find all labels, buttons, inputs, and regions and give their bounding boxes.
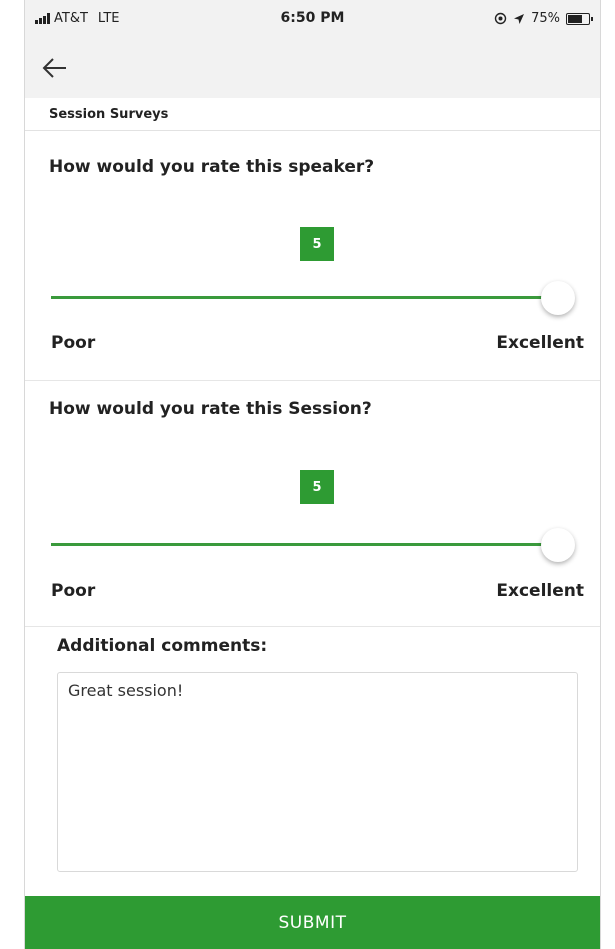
location-lock-icon [494,12,507,25]
comments-label: Additional comments: [57,636,268,656]
rating-slider-thumb[interactable] [541,528,575,562]
submit-button[interactable]: SUBMIT [25,896,600,949]
status-right: 75% [494,11,593,26]
phone-screen: AT&T LTE 6:50 PM 75% Session Surveys How… [24,0,601,949]
scale-min-label: Poor [51,581,96,601]
nav-bar [25,38,600,98]
question-session-rating: How would you rate this Session? 5 Poor … [25,381,600,626]
status-bar: AT&T LTE 6:50 PM 75% [25,0,600,38]
scale-max-label: Excellent [496,581,584,601]
comments-input[interactable]: Great session! [57,672,578,872]
question-title: How would you rate this speaker? [49,157,375,177]
page-title: Session Surveys [25,98,600,131]
scale-max-label: Excellent [496,333,584,353]
question-speaker-rating: How would you rate this speaker? 5 Poor … [25,131,600,379]
divider [25,626,600,627]
rating-value-badge: 5 [300,470,334,504]
rating-slider-track[interactable] [51,296,566,299]
back-arrow-icon[interactable] [39,52,71,84]
rating-slider-thumb[interactable] [541,281,575,315]
battery-fill [568,14,582,23]
location-arrow-icon [514,13,525,24]
rating-slider-track[interactable] [51,543,566,546]
rating-value-badge: 5 [300,227,334,261]
battery-percent: 75% [531,11,560,26]
question-title: How would you rate this Session? [49,399,372,419]
battery-icon [566,12,593,25]
scale-min-label: Poor [51,333,96,353]
